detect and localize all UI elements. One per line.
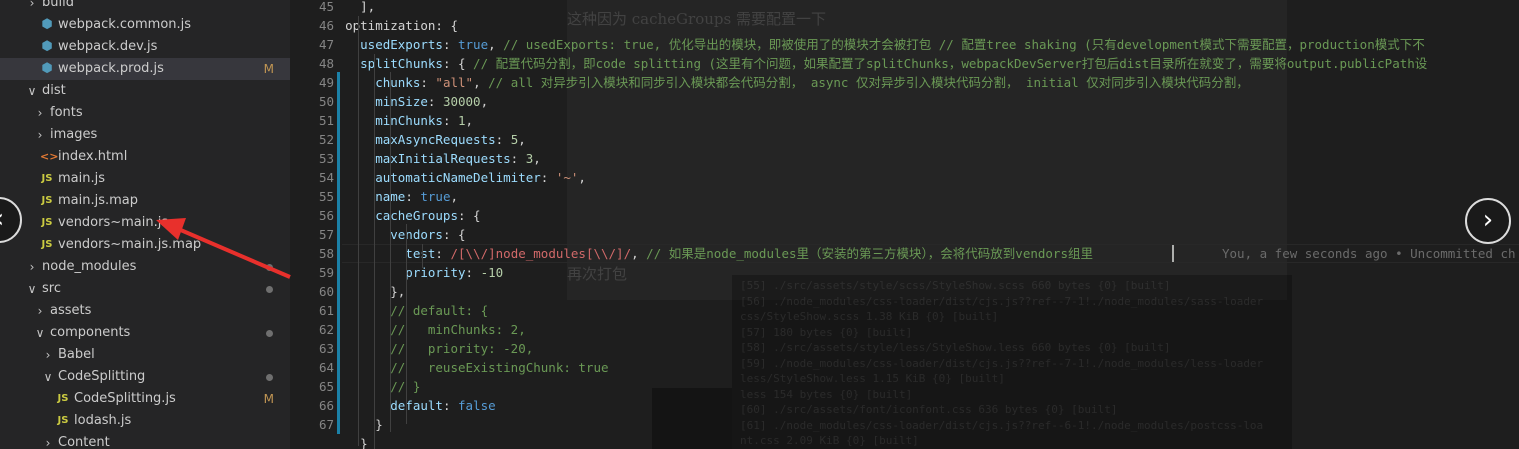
- next-glyph: ›: [1482, 205, 1494, 235]
- arrow-shaft: [175, 226, 291, 279]
- arrow-head: [156, 218, 186, 240]
- prev-glyph: ‹: [0, 204, 4, 234]
- annotation-arrow: [156, 218, 291, 279]
- chevron-right-icon[interactable]: ›: [1465, 198, 1511, 244]
